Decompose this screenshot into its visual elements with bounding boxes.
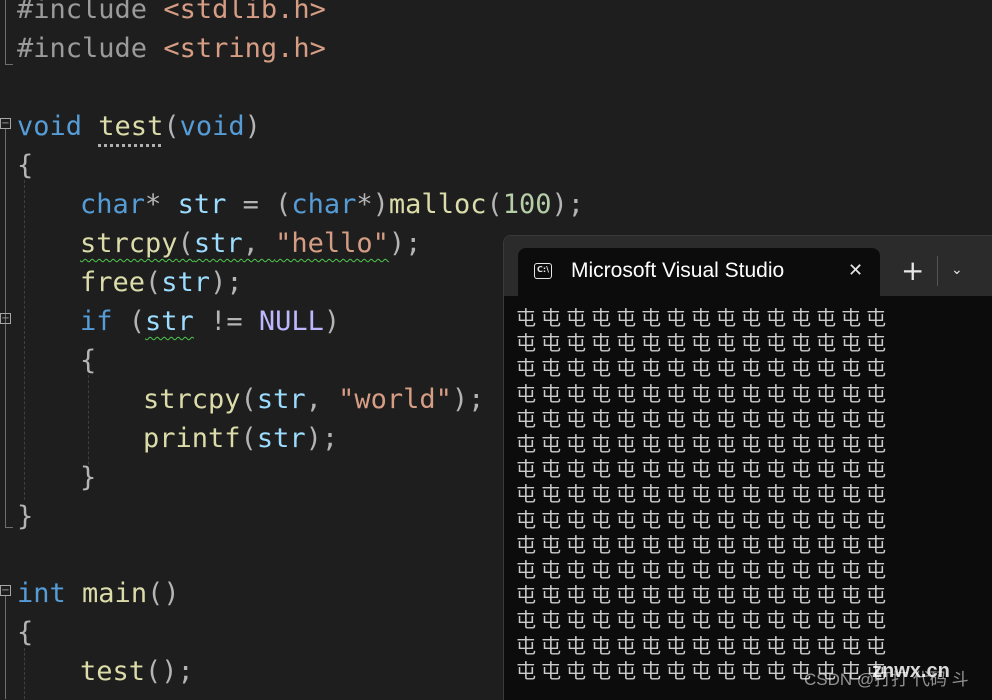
code-line-10: { — [80, 341, 96, 380]
function-name-test: test — [98, 111, 164, 142]
keyword-if: if — [80, 306, 113, 337]
brace-open: { — [80, 345, 97, 376]
keyword-void: void — [179, 111, 245, 142]
paren-open: ( — [163, 111, 180, 142]
variable-str: str — [256, 423, 306, 454]
new-tab-button[interactable]: + — [901, 256, 924, 286]
terminal-tab-strip: C:\ Microsoft Visual Studio ✕ + ⌄ — [504, 236, 992, 296]
paren-open: ( — [486, 189, 503, 220]
fold-toggle-test[interactable]: − — [0, 118, 11, 129]
preprocessor-directive: #include — [17, 33, 148, 64]
fold-toggle-if[interactable]: − — [0, 313, 11, 324]
variable-str: str — [256, 384, 306, 415]
comma: , — [242, 228, 276, 259]
variable-str: str — [193, 228, 243, 259]
paren-close: ) — [244, 111, 261, 142]
chevron-down-icon[interactable]: ⌄ — [951, 262, 963, 278]
code-line-2: #include <string.h> — [17, 29, 326, 68]
variable-str: str — [177, 189, 227, 220]
close-tab-icon[interactable]: ✕ — [848, 261, 863, 281]
command-prompt-icon: C:\ — [534, 263, 552, 279]
terminal-tab-title: Microsoft Visual Studio — [571, 259, 785, 282]
function-printf: printf — [143, 423, 241, 454]
variable-str: str — [145, 306, 194, 337]
code-line-18: test(); — [80, 652, 194, 691]
fold-bracket-main — [5, 596, 6, 699]
function-name-main: main — [82, 578, 148, 609]
keyword-char: char — [291, 189, 357, 220]
paren-open: ( — [112, 306, 146, 337]
statement-end: ); — [388, 228, 422, 259]
brace-open: { — [17, 617, 34, 648]
number-literal: 100 — [502, 189, 552, 220]
function-strcpy: strcpy — [80, 228, 178, 259]
statement-end: ); — [210, 267, 243, 298]
variable-str: str — [161, 267, 211, 298]
comma: , — [305, 384, 339, 415]
code-line-11: strcpy(str, "world"); — [143, 380, 484, 419]
not-equal: != — [193, 306, 259, 337]
code-line-16: int main() — [17, 574, 180, 613]
macro-null: NULL — [258, 306, 324, 337]
command-prompt-icon-text: C:\ — [537, 265, 549, 274]
fold-bracket-includes-end — [5, 64, 13, 65]
function-free: free — [80, 267, 146, 298]
brace-close: } — [17, 501, 34, 532]
fold-bracket-test — [5, 129, 6, 527]
parens: () — [147, 578, 180, 609]
code-line-12: printf(str); — [143, 419, 338, 458]
code-line-7: strcpy(str, "hello"); — [80, 224, 421, 263]
code-line-5: { — [17, 146, 33, 185]
include-header: <string.h> — [163, 33, 326, 64]
indent-guide-test — [24, 180, 25, 500]
statement-end: ); — [451, 384, 485, 415]
paren-open: ( — [240, 384, 257, 415]
function-strcpy: strcpy — [143, 384, 241, 415]
function-call-test: test — [80, 656, 146, 687]
statement-end: ); — [305, 423, 339, 454]
pointer-star: * — [145, 189, 162, 220]
assign-cast: = ( — [226, 189, 292, 220]
paren-close: ) — [323, 306, 341, 337]
terminal-tab[interactable]: C:\ Microsoft Visual Studio ✕ — [518, 248, 880, 296]
function-malloc: malloc — [388, 189, 487, 220]
indent-guide-main — [24, 648, 25, 699]
string-literal: "world" — [338, 384, 452, 415]
terminal-window[interactable]: C:\ Microsoft Visual Studio ✕ + ⌄ 屯屯屯屯屯屯… — [503, 235, 992, 700]
keyword-int: int — [17, 578, 66, 609]
terminal-output[interactable]: 屯屯屯屯屯屯屯屯屯屯屯屯屯屯屯 屯屯屯屯屯屯屯屯屯屯屯屯屯屯屯 屯屯屯屯屯屯屯屯… — [516, 306, 992, 684]
include-header: <stdlib.h> — [163, 0, 326, 25]
brace-close: } — [80, 462, 97, 493]
tab-separator — [937, 256, 938, 286]
code-line-4: void test(void) — [17, 107, 261, 146]
watermark-site: znwx.cn — [872, 660, 950, 682]
code-line-1: #include <stdlib.h> — [17, 0, 326, 29]
code-line-6: char* str = (char*)malloc(100); — [80, 185, 584, 224]
string-literal: "hello" — [275, 228, 389, 259]
code-line-9: if (str != NULL) — [80, 302, 340, 341]
fold-bracket-includes — [5, 0, 6, 64]
statement-end: ); — [551, 189, 585, 220]
paren-open: ( — [145, 267, 162, 298]
code-line-8: free(str); — [80, 263, 243, 302]
cast-close: *) — [356, 189, 389, 220]
code-line-14: } — [17, 497, 33, 536]
code-line-17: { — [17, 613, 33, 652]
preprocessor-directive: #include — [17, 0, 148, 25]
paren-open: ( — [240, 423, 257, 454]
statement-end: (); — [145, 656, 194, 687]
keyword-void: void — [17, 111, 83, 142]
fold-toggle-main[interactable]: − — [0, 585, 11, 596]
brace-open: { — [17, 150, 34, 181]
keyword-char: char — [80, 189, 146, 220]
fold-bracket-test-end — [5, 527, 13, 528]
paren-open: ( — [177, 228, 194, 259]
code-line-13: } — [80, 458, 96, 497]
